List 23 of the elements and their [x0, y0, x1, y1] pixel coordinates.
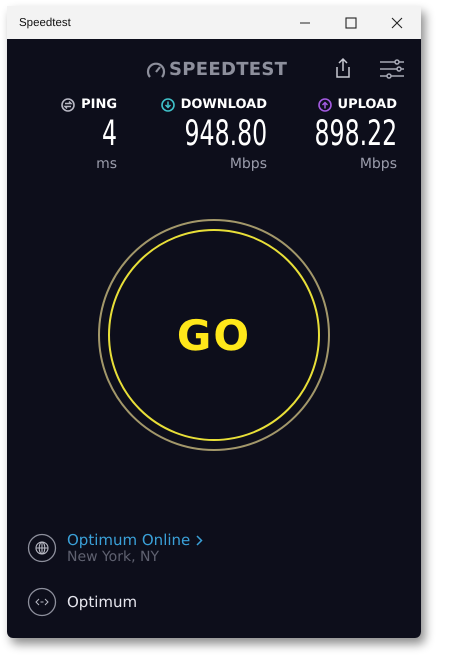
metric-label: UPLOAD [338, 97, 397, 112]
share-icon[interactable] [334, 57, 352, 79]
chevron-icon [196, 534, 204, 546]
server-name[interactable]: Optimum [67, 593, 138, 611]
metric-value: 948.80 [184, 113, 267, 156]
metric-unit: Mbps [230, 156, 267, 172]
location-text: New York, NY [67, 549, 160, 565]
server-icon [27, 587, 57, 617]
metric-label: PING [81, 97, 117, 112]
metric-unit: Mbps [360, 156, 397, 172]
settings-icon[interactable] [379, 59, 405, 79]
provider-link[interactable]: Optimum Online [67, 531, 204, 549]
logo-text: SPEEDTEST [169, 59, 288, 80]
close-icon[interactable] [391, 16, 403, 28]
window-title: Speedtest [19, 16, 71, 28]
globe-icon [27, 533, 57, 563]
metric-value: 898.22 [314, 113, 397, 156]
metric-unit: ms [96, 156, 117, 172]
go-button[interactable]: GO [108, 229, 320, 441]
maximize-icon[interactable] [345, 16, 357, 28]
metric-value: 4 [102, 113, 117, 156]
metric-label: DOWNLOAD [180, 97, 267, 112]
gauge-icon [146, 60, 166, 78]
